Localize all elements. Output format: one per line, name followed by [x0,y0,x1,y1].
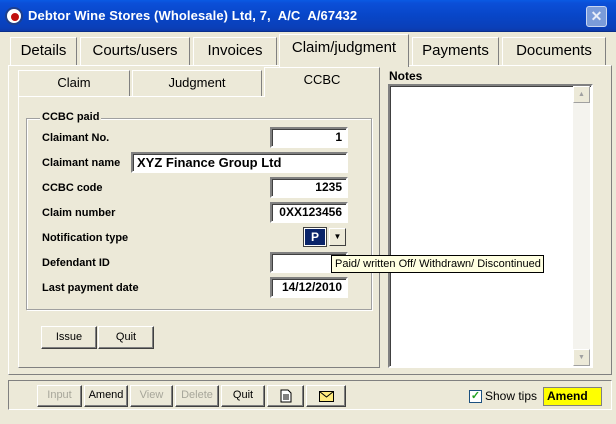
quit-button[interactable]: Quit [221,385,265,407]
email-button[interactable] [306,385,346,407]
tab-documents[interactable]: Documents [502,37,606,65]
group-title: CCBC paid [40,111,102,123]
subtab-judgment[interactable]: Judgment [132,70,262,96]
mode-status-badge: Amend [543,387,602,406]
subtab-claim[interactable]: Claim [18,70,130,96]
view-button[interactable]: View [130,385,173,407]
subtab-ccbc[interactable]: CCBC [264,67,380,97]
claimant-no-label: Claimant No. [42,132,110,144]
notification-type-select[interactable]: P [303,227,327,247]
tab-invoices[interactable]: Invoices [193,37,277,65]
tab-courts-users[interactable]: Courts/users [80,37,190,65]
envelope-icon [318,391,334,402]
document-icon [280,389,291,403]
notes-label: Notes [389,69,423,83]
notes-scrollbar[interactable]: ▲ ▼ [573,86,590,366]
claim-number-field[interactable]: 0XX123456 [270,202,348,223]
show-tips-checkbox[interactable]: ✓ [469,390,482,403]
delete-button[interactable]: Delete [175,385,219,407]
amend-button[interactable]: Amend [84,385,128,407]
dropdown-arrow-icon[interactable]: ▼ [329,228,346,246]
claimant-no-field[interactable]: 1 [270,127,348,148]
notification-type-tooltip: Paid/ written Off/ Withdrawn/ Discontinu… [331,255,544,273]
notification-type-label: Notification type [42,232,129,244]
document-button[interactable] [267,385,304,407]
window-title: Debtor Wine Stores (Wholesale) Ltd, 7, A… [28,8,358,23]
last-payment-date-label: Last payment date [42,282,139,294]
ccbc-quit-button[interactable]: Quit [98,326,154,349]
last-payment-date-field[interactable]: 14/12/2010 [270,277,348,298]
tab-claim-judgment[interactable]: Claim/judgment [279,34,409,67]
defendant-id-label: Defendant ID [42,257,110,269]
ccbc-code-label: CCBC code [42,182,103,194]
scroll-up-arrow-icon[interactable]: ▲ [573,86,590,103]
close-button[interactable]: ✕ [586,6,607,27]
title-bar: Debtor Wine Stores (Wholesale) Ltd, 7, A… [0,0,616,32]
claimant-name-field[interactable]: XYZ Finance Group Ltd [131,152,348,173]
app-lifebuoy-icon[interactable] [5,7,23,25]
tab-payments[interactable]: Payments [412,37,499,65]
ccbc-code-field[interactable]: 1235 [270,177,348,198]
tab-details[interactable]: Details [10,37,77,65]
claimant-name-label: Claimant name [42,157,121,169]
scroll-down-arrow-icon[interactable]: ▼ [573,349,590,366]
notes-textarea[interactable] [388,84,593,368]
input-button[interactable]: Input [37,385,82,407]
show-tips-label: Show tips [485,389,538,403]
claim-number-label: Claim number [42,207,116,219]
issue-button[interactable]: Issue [41,326,97,349]
